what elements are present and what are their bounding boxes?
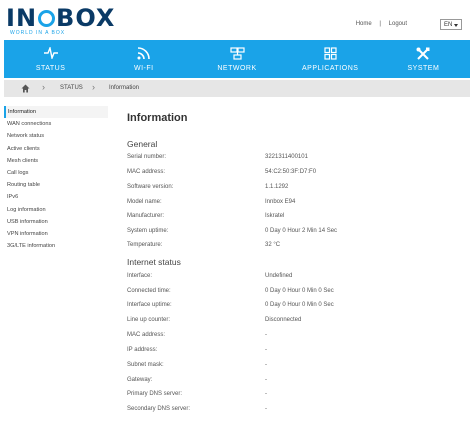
nav-wifi[interactable]: WI-FI bbox=[97, 40, 190, 78]
nav-network[interactable]: NETWORK bbox=[190, 40, 283, 78]
info-value: 32 °C bbox=[265, 242, 281, 248]
info-row-ip-address: IP address: - bbox=[127, 347, 467, 357]
sidebar-item-usb-information[interactable]: USB information bbox=[4, 216, 108, 228]
nav-wifi-label: WI-FI bbox=[134, 64, 154, 72]
info-key: Primary DNS server: bbox=[127, 391, 183, 397]
header: IN BOX WORLD IN A BOX Home | Logout EN bbox=[0, 0, 474, 40]
info-key: Manufacturer: bbox=[127, 213, 165, 219]
info-key: Temperature: bbox=[127, 242, 163, 248]
info-row-model-name: Model name: Innbox E94 bbox=[127, 199, 467, 209]
nav-applications-label: APPLICATIONS bbox=[301, 64, 359, 72]
info-row-connected-time: Connected time: 0 Day 0 Hour 0 Min 0 Sec bbox=[127, 288, 467, 298]
main-nav: STATUS WI-FI NETWORK APPLICATIONS SYSTEM bbox=[4, 40, 470, 78]
info-key: Software version: bbox=[127, 184, 174, 190]
info-value: - bbox=[265, 347, 267, 353]
info-row-line-up-counter: Line up counter: Disconnected bbox=[127, 317, 467, 327]
info-key: Interface: bbox=[127, 273, 153, 279]
info-key: Gateway: bbox=[127, 377, 153, 383]
breadcrumb: › STATUS › Information bbox=[4, 80, 470, 97]
info-key: Connected time: bbox=[127, 288, 171, 294]
info-value: - bbox=[265, 362, 267, 368]
home-link[interactable]: Home bbox=[356, 21, 372, 27]
nav-status[interactable]: STATUS bbox=[4, 40, 97, 78]
info-row-interface: Interface: Undefined bbox=[127, 273, 467, 283]
sidebar-item-log-information[interactable]: Log information bbox=[4, 204, 108, 216]
info-value: 0 Day 0 Hour 0 Min 0 Sec bbox=[265, 288, 334, 294]
chevron-right-icon: › bbox=[92, 82, 95, 92]
apps-grid-icon bbox=[324, 46, 337, 63]
logout-link[interactable]: Logout bbox=[389, 21, 407, 27]
info-value: - bbox=[265, 377, 267, 383]
top-links: Home | Logout bbox=[353, 21, 410, 27]
sidebar-item-information[interactable]: Information bbox=[4, 106, 108, 119]
info-key: MAC address: bbox=[127, 169, 166, 175]
activity-icon bbox=[43, 45, 58, 63]
tagline: WORLD IN A BOX bbox=[10, 30, 66, 36]
language-select[interactable]: EN bbox=[440, 19, 462, 30]
info-value: 1.1.1292 bbox=[265, 184, 289, 190]
info-value: Disconnected bbox=[265, 317, 302, 323]
info-row-software-version: Software version: 1.1.1292 bbox=[127, 184, 467, 194]
sidebar-item-mesh-clients[interactable]: Mesh clients bbox=[4, 155, 108, 167]
chevron-right-icon: › bbox=[42, 82, 45, 92]
breadcrumb-status[interactable]: STATUS bbox=[60, 85, 83, 91]
nav-system[interactable]: SYSTEM bbox=[377, 40, 470, 78]
info-value: - bbox=[265, 332, 267, 338]
info-row-subnet-mask: Subnet mask: - bbox=[127, 362, 467, 372]
nav-applications[interactable]: APPLICATIONS bbox=[284, 40, 377, 78]
info-row-serial-number: Serial number: 3221311400101 bbox=[127, 154, 467, 164]
page-title: Information bbox=[127, 112, 188, 124]
info-key: Model name: bbox=[127, 199, 162, 205]
network-icon bbox=[229, 46, 245, 63]
sidebar-item-active-clients[interactable]: Active clients bbox=[4, 143, 108, 155]
info-key: System uptime: bbox=[127, 228, 169, 234]
section-internet-status-heading: Internet status bbox=[127, 257, 181, 267]
section-general-heading: General bbox=[127, 139, 158, 149]
info-row-manufacturer: Manufacturer: Iskratel bbox=[127, 213, 467, 223]
sidebar-item-3g-lte-information[interactable]: 3G/LTE information bbox=[4, 240, 108, 252]
info-key: Secondary DNS server: bbox=[127, 406, 191, 412]
logo[interactable]: IN BOX bbox=[6, 6, 115, 30]
info-row-gateway: Gateway: - bbox=[127, 377, 467, 387]
info-value: 0 Day 0 Hour 2 Min 14 Sec bbox=[265, 228, 338, 234]
info-row-primary-dns: Primary DNS server: - bbox=[127, 391, 467, 401]
info-value: 54:C2:50:3F:D7:F0 bbox=[265, 169, 317, 175]
info-key: MAC address: bbox=[127, 332, 166, 338]
sidebar-item-wan-connections[interactable]: WAN connections bbox=[4, 118, 108, 130]
info-row-interface-uptime: Interface uptime: 0 Day 0 Hour 0 Min 0 Se… bbox=[127, 302, 467, 312]
info-value: - bbox=[265, 391, 267, 397]
info-key: Serial number: bbox=[127, 154, 167, 160]
info-key: IP address: bbox=[127, 347, 158, 353]
info-value: Innbox E94 bbox=[265, 199, 296, 205]
info-key: Line up counter: bbox=[127, 317, 171, 323]
sidebar-item-network-status[interactable]: Network status bbox=[4, 130, 108, 142]
nav-system-label: SYSTEM bbox=[407, 64, 440, 72]
nav-status-label: STATUS bbox=[35, 64, 66, 72]
info-value: 3221311400101 bbox=[265, 154, 308, 160]
sidebar: Information WAN connections Network stat… bbox=[4, 106, 108, 252]
wifi-icon bbox=[137, 46, 151, 63]
info-row-mac-address: MAC address: 54:C2:50:3F:D7:F0 bbox=[127, 169, 467, 179]
info-key: Subnet mask: bbox=[127, 362, 164, 368]
info-value: - bbox=[265, 406, 267, 412]
info-value: Iskratel bbox=[265, 213, 285, 219]
info-value: 0 Day 0 Hour 0 Min 0 Sec bbox=[265, 302, 334, 308]
sidebar-item-routing-table[interactable]: Routing table bbox=[4, 179, 108, 191]
link-separator: | bbox=[379, 21, 381, 27]
nav-network-label: NETWORK bbox=[217, 64, 257, 72]
info-row-temperature: Temperature: 32 °C bbox=[127, 242, 467, 252]
sidebar-item-call-logs[interactable]: Call logs bbox=[4, 167, 108, 179]
info-value: Undefined bbox=[265, 273, 293, 279]
info-row-secondary-dns: Secondary DNS server: - bbox=[127, 406, 467, 416]
info-row-mac-address-wan: MAC address: - bbox=[127, 332, 467, 342]
info-key: Interface uptime: bbox=[127, 302, 172, 308]
breadcrumb-current: Information bbox=[109, 85, 140, 91]
info-row-system-uptime: System uptime: 0 Day 0 Hour 2 Min 14 Sec bbox=[127, 228, 467, 238]
sidebar-item-ipv6[interactable]: IPv6 bbox=[4, 191, 108, 203]
tools-icon bbox=[416, 47, 430, 63]
sidebar-item-vpn-information[interactable]: VPN information bbox=[4, 228, 108, 240]
home-icon[interactable] bbox=[21, 84, 30, 93]
